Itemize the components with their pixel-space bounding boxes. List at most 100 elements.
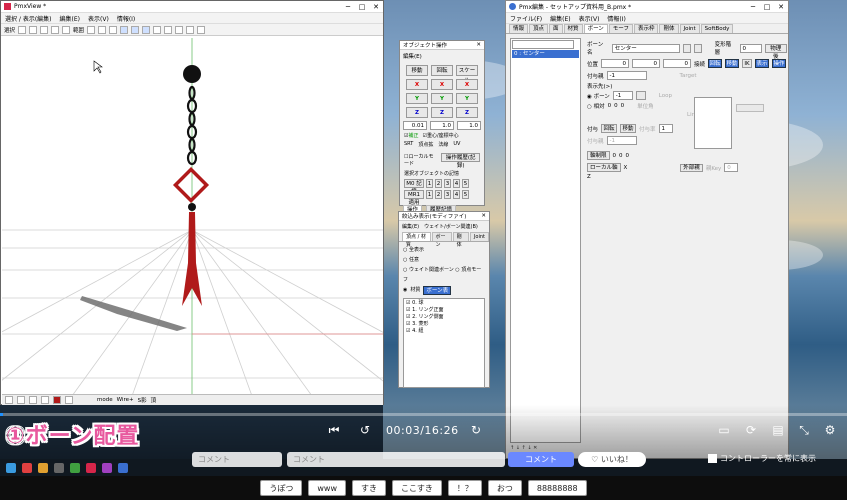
- comment-input[interactable]: コメント: [287, 452, 505, 467]
- move-step-input[interactable]: 0.01: [403, 121, 427, 130]
- tab-info[interactable]: 情報: [509, 24, 529, 33]
- bone-name-input[interactable]: センター: [611, 43, 680, 53]
- tab-vertex[interactable]: 頂点: [529, 24, 549, 33]
- memory-slot[interactable]: 1: [426, 179, 433, 188]
- tab-face[interactable]: 面: [549, 24, 563, 33]
- status-button[interactable]: [29, 396, 37, 404]
- tab-morph[interactable]: モーフ: [608, 24, 633, 33]
- move-x-button[interactable]: X: [406, 79, 428, 90]
- apply-button[interactable]: MR1 適用: [404, 190, 424, 206]
- memory-slot[interactable]: 4: [453, 179, 460, 188]
- position-x-input[interactable]: 0: [601, 59, 630, 68]
- tool-button[interactable]: [175, 25, 184, 34]
- tool-button[interactable]: [153, 25, 162, 34]
- offset-y[interactable]: 0: [614, 103, 618, 109]
- memory-slot[interactable]: 2: [435, 179, 442, 188]
- settings-icon[interactable]: ⚙: [822, 423, 838, 437]
- radio-material[interactable]: ◉ 材質 ボーン表: [403, 285, 485, 295]
- tail-select-button[interactable]: [635, 91, 646, 100]
- tool-button[interactable]: [164, 25, 173, 34]
- memory-slot[interactable]: 5: [462, 179, 469, 188]
- history-button[interactable]: 操作履歴(記録): [441, 153, 480, 169]
- quick-comment-chip[interactable]: 88888888: [527, 480, 587, 496]
- position-y-input[interactable]: 0: [632, 59, 661, 68]
- scale-x-button[interactable]: X: [456, 79, 478, 90]
- tab-joint[interactable]: Joint: [679, 24, 700, 33]
- tool-button[interactable]: [87, 25, 96, 34]
- status-button[interactable]: [41, 396, 49, 404]
- move-flag[interactable]: 移動: [725, 59, 740, 68]
- fullscreen-icon[interactable]: ⤡: [796, 423, 812, 438]
- tool-button[interactable]: [120, 25, 129, 34]
- taskbar-app-icon[interactable]: [118, 462, 128, 473]
- forward-10-icon[interactable]: ↻: [468, 423, 484, 437]
- status-shadow[interactable]: S影: [138, 396, 147, 404]
- tab-bone[interactable]: ボーン: [583, 24, 608, 33]
- rewind-10-icon[interactable]: ↺: [357, 423, 373, 437]
- menu-item[interactable]: ファイル(F): [510, 14, 542, 23]
- quick-comment-chip[interactable]: www: [308, 480, 347, 496]
- close-icon[interactable]: ✕: [369, 3, 383, 11]
- status-button[interactable]: [53, 396, 61, 404]
- taskbar-app-icon[interactable]: [70, 462, 80, 473]
- list-item[interactable]: ☑ 4. 紐: [406, 328, 482, 335]
- apply-slot[interactable]: 5: [462, 190, 469, 199]
- maximize-icon[interactable]: □: [355, 3, 369, 11]
- 3d-viewport[interactable]: [2, 38, 383, 396]
- rotate-step-input[interactable]: 1.0: [430, 121, 454, 130]
- axis-fix-z[interactable]: 0: [626, 153, 630, 159]
- list-item[interactable]: ☑ 1. リング正面: [406, 307, 482, 314]
- normal-label[interactable]: 法線: [438, 141, 448, 148]
- video-progress-bar[interactable]: [0, 413, 847, 416]
- taskbar-app-icon[interactable]: [38, 462, 48, 473]
- add-rate-input[interactable]: 1: [658, 124, 673, 133]
- scale-step-input[interactable]: 1.0: [457, 121, 481, 130]
- list-item[interactable]: ☑ 3. 菱形: [406, 321, 482, 328]
- tab-bone[interactable]: ボーン: [431, 232, 452, 248]
- move-button[interactable]: 移動: [406, 65, 428, 76]
- bone-search-input[interactable]: [512, 40, 574, 49]
- key-input[interactable]: 0: [724, 163, 739, 172]
- like-button[interactable]: ♡ いいね！: [578, 452, 646, 467]
- tool-button[interactable]: [18, 25, 27, 34]
- quick-comment-chip[interactable]: ここすき: [392, 480, 442, 496]
- close-icon[interactable]: ✕: [774, 3, 788, 11]
- tool-button[interactable]: [142, 25, 151, 34]
- comment-submit-button[interactable]: コメント: [508, 452, 574, 467]
- tab-vertex-material[interactable]: 頂点 / 材質: [402, 232, 431, 248]
- list-item[interactable]: ☑ 0. 球: [406, 300, 482, 307]
- folder-icon[interactable]: ▭: [716, 423, 732, 437]
- close-icon[interactable]: ✕: [476, 42, 484, 48]
- menu-item[interactable]: 編集(E): [402, 223, 419, 230]
- tool-button[interactable]: [29, 25, 38, 34]
- tab-softbody[interactable]: SoftBody: [700, 24, 734, 33]
- menu-item[interactable]: ウェイト/ボーン関連(B): [424, 223, 478, 230]
- ik-flag[interactable]: IK: [742, 59, 753, 68]
- taskbar-app-icon[interactable]: [86, 462, 96, 473]
- menu-item[interactable]: 編集(E): [60, 14, 80, 23]
- add-move-button[interactable]: 移動: [620, 124, 637, 133]
- tool-button[interactable]: [186, 25, 195, 34]
- menu-item[interactable]: 表示(V): [579, 14, 600, 23]
- material-filter-button[interactable]: ボーン表: [423, 285, 452, 295]
- axis-fix-checkbox[interactable]: 軸制限: [587, 151, 610, 160]
- taskbar-app-icon[interactable]: [54, 462, 64, 473]
- radio-all[interactable]: ○ 全表示: [403, 245, 485, 255]
- local-axis-checkbox[interactable]: ローカル軸: [587, 163, 621, 172]
- skip-back-icon[interactable]: ⏮: [326, 423, 342, 438]
- tab-display-frame[interactable]: 表示枠: [633, 24, 659, 33]
- comment-icon[interactable]: ▤: [770, 423, 786, 437]
- add-parent-input[interactable]: -1: [606, 136, 637, 145]
- quick-comment-chip[interactable]: すき: [352, 480, 387, 496]
- rotate-z-button[interactable]: Z: [431, 107, 453, 118]
- move-z-button[interactable]: Z: [406, 107, 428, 118]
- apply-slot[interactable]: 1: [426, 190, 433, 199]
- tab-material[interactable]: 材質: [563, 24, 583, 33]
- offset-x[interactable]: 0: [608, 103, 612, 109]
- position-z-input[interactable]: 0: [663, 59, 692, 68]
- apply-slot[interactable]: 2: [435, 190, 442, 199]
- ext-parent-button[interactable]: 外部親: [680, 163, 703, 172]
- comment-input-left[interactable]: コメント: [192, 452, 282, 467]
- add-rotate-button[interactable]: 回転: [601, 124, 618, 133]
- list-item[interactable]: ☑ 2. リング側面: [406, 314, 482, 321]
